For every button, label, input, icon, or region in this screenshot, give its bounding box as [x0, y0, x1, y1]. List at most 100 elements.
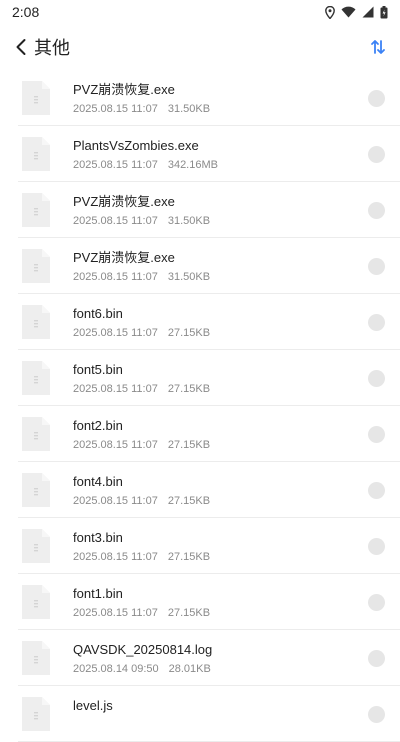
- file-date: 2025.08.14 09:50: [73, 663, 159, 675]
- file-meta: 2025.08.15 11:07 27.15KB: [73, 438, 210, 452]
- file-row[interactable]: PlantsVsZombies.exe 2025.08.15 11:07 342.…: [0, 126, 400, 182]
- file-meta: 2025.08.15 11:07 27.15KB: [73, 382, 210, 396]
- file-date: 2025.08.15 11:07: [73, 271, 158, 283]
- file-row[interactable]: font6.bin 2025.08.15 11:07 27.15KB: [0, 294, 400, 350]
- select-radio[interactable]: [368, 594, 385, 611]
- file-date: 2025.08.15 11:07: [73, 551, 158, 563]
- file-name: font2.bin: [73, 418, 123, 433]
- file-row[interactable]: PVZ崩溃恢复.exe 2025.08.15 11:07 31.50KB: [0, 182, 400, 238]
- file-meta: 2025.08.15 11:07 31.50KB: [73, 102, 210, 116]
- file-text: level.js: [73, 698, 113, 732]
- file-meta: 2025.08.15 11:07 27.15KB: [73, 606, 210, 620]
- file-name: font3.bin: [73, 530, 123, 545]
- location-icon: [325, 5, 335, 19]
- file-meta: 2025.08.15 11:07 27.15KB: [73, 326, 210, 340]
- file-date: 2025.08.15 11:07: [73, 159, 158, 171]
- file-name: PVZ崩溃恢复.exe: [73, 250, 175, 265]
- file-row[interactable]: font3.bin 2025.08.15 11:07 27.15KB: [0, 518, 400, 574]
- file-name: PVZ崩溃恢复.exe: [73, 82, 175, 97]
- file-date: 2025.08.15 11:07: [73, 439, 158, 451]
- chevron-left-icon: [16, 39, 26, 55]
- file-size: 342.16MB: [167, 159, 218, 171]
- file-size: 27.15KB: [167, 551, 211, 563]
- select-radio[interactable]: [368, 650, 385, 667]
- signal-icon: [362, 6, 374, 18]
- file-name: PlantsVsZombies.exe: [73, 138, 199, 153]
- file-meta: 2025.08.14 09:50 28.01KB: [73, 662, 212, 676]
- file-row[interactable]: font2.bin 2025.08.15 11:07 27.15KB: [0, 406, 400, 462]
- file-size: 31.50KB: [167, 215, 211, 227]
- file-text: font1.bin 2025.08.15 11:07 27.15KB: [73, 586, 210, 620]
- select-radio[interactable]: [368, 482, 385, 499]
- status-bar: 2:08: [0, 0, 400, 24]
- file-name: font4.bin: [73, 474, 123, 489]
- file-date: 2025.08.15 11:07: [73, 327, 158, 339]
- document-icon: [22, 193, 50, 227]
- status-time: 2:08: [12, 4, 40, 20]
- file-row[interactable]: font4.bin 2025.08.15 11:07 27.15KB: [0, 462, 400, 518]
- file-name: font5.bin: [73, 362, 123, 377]
- select-radio[interactable]: [368, 426, 385, 443]
- document-icon: [22, 137, 50, 171]
- file-row[interactable]: level.js: [0, 686, 400, 742]
- select-radio[interactable]: [368, 146, 385, 163]
- file-date: 2025.08.15 11:07: [73, 607, 158, 619]
- document-icon: [22, 361, 50, 395]
- page-title: 其他: [34, 38, 70, 58]
- file-size: 31.50KB: [167, 103, 211, 115]
- file-meta: 2025.08.15 11:07 342.16MB: [73, 158, 218, 172]
- file-size: 27.15KB: [167, 495, 211, 507]
- file-row[interactable]: PVZ崩溃恢复.exe 2025.08.15 11:07 31.50KB: [0, 238, 400, 294]
- file-name: QAVSDK_20250814.log: [73, 642, 213, 657]
- file-size: 27.15KB: [167, 607, 211, 619]
- file-text: PlantsVsZombies.exe 2025.08.15 11:07 342.…: [73, 138, 218, 172]
- file-row[interactable]: PVZ崩溃恢复.exe 2025.08.15 11:07 31.50KB: [0, 70, 400, 126]
- document-icon: [22, 249, 50, 283]
- file-row[interactable]: QAVSDK_20250814.log 2025.08.14 09:50 28.0…: [0, 630, 400, 686]
- select-radio[interactable]: [368, 258, 385, 275]
- file-size: 27.15KB: [167, 327, 211, 339]
- select-radio[interactable]: [368, 706, 385, 723]
- file-text: font4.bin 2025.08.15 11:07 27.15KB: [73, 474, 210, 508]
- file-text: font3.bin 2025.08.15 11:07 27.15KB: [73, 530, 210, 564]
- select-radio[interactable]: [368, 538, 385, 555]
- file-date: 2025.08.15 11:07: [73, 215, 158, 227]
- file-size: 31.50KB: [167, 271, 211, 283]
- status-icons: [325, 5, 388, 19]
- file-row[interactable]: font1.bin 2025.08.15 11:07 27.15KB: [0, 574, 400, 630]
- document-icon: [22, 81, 50, 115]
- select-radio[interactable]: [368, 90, 385, 107]
- file-name: font6.bin: [73, 306, 123, 321]
- back-button[interactable]: [14, 37, 28, 57]
- sort-icon: [371, 40, 385, 54]
- select-radio[interactable]: [368, 314, 385, 331]
- battery-icon: [380, 5, 388, 18]
- file-meta: 2025.08.15 11:07 27.15KB: [73, 494, 210, 508]
- document-icon: [22, 305, 50, 339]
- document-icon: [22, 697, 50, 731]
- file-text: font5.bin 2025.08.15 11:07 27.15KB: [73, 362, 210, 396]
- file-meta: 2025.08.15 11:07 31.50KB: [73, 214, 210, 228]
- header: 其他: [0, 24, 400, 70]
- file-size: 27.15KB: [167, 439, 211, 451]
- file-text: PVZ崩溃恢复.exe 2025.08.15 11:07 31.50KB: [73, 82, 210, 116]
- file-date: 2025.08.15 11:07: [73, 495, 158, 507]
- file-list: PVZ崩溃恢复.exe 2025.08.15 11:07 31.50KB Plan…: [0, 70, 400, 742]
- select-radio[interactable]: [368, 370, 385, 387]
- document-icon: [22, 641, 50, 675]
- file-meta: 2025.08.15 11:07 31.50KB: [73, 270, 210, 284]
- file-text: PVZ崩溃恢复.exe 2025.08.15 11:07 31.50KB: [73, 250, 210, 284]
- file-date: 2025.08.15 11:07: [73, 103, 158, 115]
- file-name: font1.bin: [73, 586, 123, 601]
- file-text: font2.bin 2025.08.15 11:07 27.15KB: [73, 418, 210, 452]
- file-size: 27.15KB: [167, 383, 211, 395]
- document-icon: [22, 585, 50, 619]
- file-row[interactable]: font5.bin 2025.08.15 11:07 27.15KB: [0, 350, 400, 406]
- document-icon: [22, 473, 50, 507]
- wifi-icon: [341, 6, 356, 18]
- file-name: PVZ崩溃恢复.exe: [73, 194, 175, 209]
- document-icon: [22, 529, 50, 563]
- sort-button[interactable]: [370, 39, 386, 55]
- select-radio[interactable]: [368, 202, 385, 219]
- file-size: 28.01KB: [168, 663, 211, 675]
